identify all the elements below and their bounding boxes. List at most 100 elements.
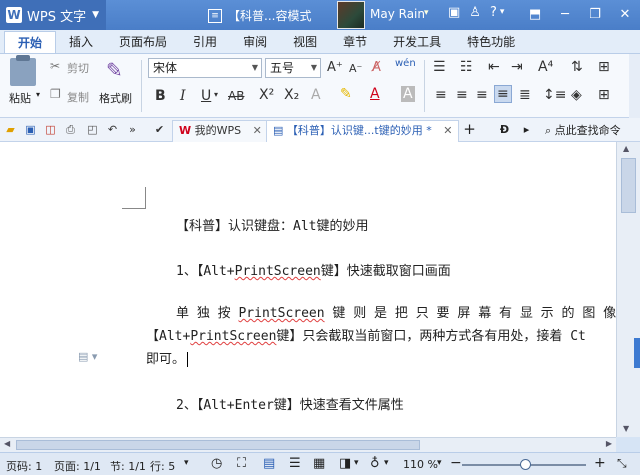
collapse-icon[interactable]: ✔ (153, 123, 166, 136)
tab-special-features[interactable]: 特色功能 (454, 31, 528, 53)
ribbon-scroll[interactable] (629, 54, 640, 118)
tab-review[interactable]: 审阅 (230, 31, 280, 53)
justify-icon[interactable]: ≡ (494, 85, 512, 103)
close-tab-icon[interactable]: ✕ (443, 124, 452, 137)
align-left-icon[interactable]: ≡ (435, 87, 447, 103)
horizontal-scrollbar[interactable]: ◀ ▶ (0, 437, 616, 452)
heading-2[interactable]: 2、【Alt+Enter键】快速查看文件属性 (176, 394, 404, 413)
phonetic-guide-icon[interactable]: wén (395, 58, 416, 69)
tab-menu-icon[interactable]: ▸ (520, 123, 533, 136)
line-spacing-icon[interactable]: ↕≡ (543, 87, 566, 103)
bold-icon[interactable]: B (155, 88, 166, 104)
numbered-list-icon[interactable]: ☷ (460, 59, 473, 75)
zoom-level[interactable]: 110 % (403, 458, 438, 471)
eye-protect-menu-icon[interactable]: ▾ (384, 458, 389, 468)
tab-view[interactable]: 视图 (280, 31, 330, 53)
underline-menu-icon[interactable]: ▾ (214, 90, 218, 99)
history-icon[interactable]: ◷ (211, 456, 222, 471)
tab-chapter[interactable]: 章节 (330, 31, 380, 53)
undo-icon[interactable]: ↶ (106, 123, 119, 136)
paragraph-layout-icon[interactable]: ▤ ▾ (78, 350, 97, 363)
paragraph-line-2[interactable]: 【Alt+PrintScreen键】只会截取当前窗口，两种方式各有用处，接着 C… (146, 325, 586, 344)
new-tab-icon[interactable]: + (463, 122, 476, 137)
scroll-left-icon[interactable]: ◀ (4, 439, 10, 448)
paste-icon[interactable] (10, 55, 36, 86)
scroll-right-icon[interactable]: ▶ (606, 439, 612, 448)
grow-font-icon[interactable]: A⁺ (327, 60, 343, 75)
restore-icon[interactable]: ❐ (580, 0, 610, 30)
save-icon[interactable]: ▣ (24, 123, 37, 136)
tab-insert[interactable]: 插入 (56, 31, 106, 53)
shading-icon[interactable]: ◈ (571, 87, 582, 103)
app-menu-button[interactable]: W WPS 文字 ▼ (0, 0, 106, 30)
row-indicator[interactable]: 行: 5 (150, 458, 175, 474)
skin-icon[interactable]: ▣ (448, 5, 460, 20)
avatar[interactable] (337, 1, 365, 29)
sort-icon[interactable]: ⇅ (571, 59, 583, 75)
superscript-icon[interactable]: X² (259, 87, 274, 103)
scroll-down-icon[interactable]: ▼ (623, 424, 629, 433)
font-color-icon[interactable]: A (370, 86, 380, 102)
clear-format-icon[interactable]: A̸ (372, 60, 381, 75)
paragraph-line-3[interactable]: 即可。 (146, 348, 189, 367)
page-number[interactable]: 页码: 1 (6, 458, 42, 474)
heading-1[interactable]: 1、【Alt+PrintScreen键】快速截取窗口画面 (176, 260, 451, 279)
align-center-icon[interactable]: ≡ (456, 87, 468, 103)
decrease-indent-icon[interactable]: ⇤ (488, 59, 500, 75)
align-right-icon[interactable]: ≡ (476, 87, 488, 103)
find-command[interactable]: ⌕ 点此查找命令 (545, 122, 621, 138)
shrink-font-icon[interactable]: A⁻ (349, 62, 362, 75)
doc-list-icon[interactable]: Ð (498, 123, 511, 136)
eye-protect-icon[interactable]: ♁ (370, 456, 380, 471)
open-icon[interactable]: ▰ (4, 123, 17, 136)
outline-view-icon[interactable]: ☰ (289, 456, 301, 471)
paragraph-line-1[interactable]: 单 独 按 PrintScreen 键 则 是 把 只 要 屏 幕 有 显 示 … (176, 302, 640, 321)
resize-grip-icon[interactable]: ⤡ (617, 456, 627, 471)
user-menu-icon[interactable]: ▾ (424, 8, 429, 18)
more-icon[interactable]: » (126, 123, 139, 136)
increase-indent-icon[interactable]: ⇥ (511, 59, 523, 75)
zoom-in-icon[interactable]: + (594, 455, 606, 471)
font-size-select[interactable]: 五号 ▼ (265, 58, 321, 78)
subscript-icon[interactable]: X₂ (284, 87, 299, 103)
cut-button[interactable]: 剪切 (67, 60, 89, 76)
vertical-scroll-thumb[interactable] (621, 158, 636, 213)
highlight-icon[interactable]: ✎ (340, 86, 352, 102)
copy-button[interactable]: 复制 (67, 89, 89, 105)
print-preview-icon[interactable]: ◰ (86, 123, 99, 136)
paste-menu-icon[interactable]: ▾ (36, 90, 40, 99)
distributed-align-icon[interactable]: ≣ (519, 87, 531, 103)
scroll-up-icon[interactable]: ▲ (623, 144, 629, 153)
close-tab-icon[interactable]: ✕ (253, 124, 262, 137)
web-view-icon[interactable]: ▦ (313, 456, 325, 471)
print-icon[interactable]: ⎙ (64, 123, 77, 136)
export-pdf-icon[interactable]: ◫ (44, 123, 57, 136)
tab-my-wps[interactable]: W 我的WPS ✕ (172, 120, 269, 142)
text-effect-icon[interactable]: A (311, 87, 321, 103)
section-indicator[interactable]: 节: 1/1 (110, 458, 146, 474)
minimize-ribbon-icon[interactable]: ⬒ (520, 0, 550, 30)
table-icon[interactable]: ⊞ (598, 59, 610, 75)
reading-view-icon[interactable]: ◨ (339, 456, 351, 471)
help-icon[interactable]: ? (490, 5, 497, 20)
page-count[interactable]: 页面: 1/1 (54, 458, 101, 474)
tab-references[interactable]: 引用 (180, 31, 230, 53)
vertical-scrollbar[interactable]: ▲ ▼ (616, 142, 640, 437)
tab-home[interactable]: 开始 (4, 31, 57, 53)
tab-page-layout[interactable]: 页面布局 (106, 31, 180, 53)
tab-developer[interactable]: 开发工具 (380, 31, 454, 53)
font-name-select[interactable]: 宋体 ▼ (148, 58, 262, 78)
status-menu-icon[interactable]: ▾ (184, 458, 189, 468)
strikethrough-icon[interactable]: AB (228, 89, 244, 103)
page-view-icon[interactable]: ▤ (263, 456, 275, 471)
bullet-list-icon[interactable]: ☰ (433, 59, 446, 75)
char-shading-icon[interactable]: A (401, 86, 415, 102)
help-menu-icon[interactable]: ▾ (500, 7, 505, 20)
zoom-menu-icon[interactable]: ▾ (437, 458, 442, 468)
tab-active-document[interactable]: ▤ 【科普】认识键...t键的妙用 * ✕ (266, 120, 460, 142)
view-menu-icon[interactable]: ▾ (354, 458, 359, 468)
fullscreen-icon[interactable]: ⛶ (237, 456, 246, 471)
zoom-slider-handle[interactable] (520, 459, 531, 470)
close-icon[interactable]: ✕ (610, 0, 640, 30)
side-panel-handle[interactable] (634, 338, 640, 368)
